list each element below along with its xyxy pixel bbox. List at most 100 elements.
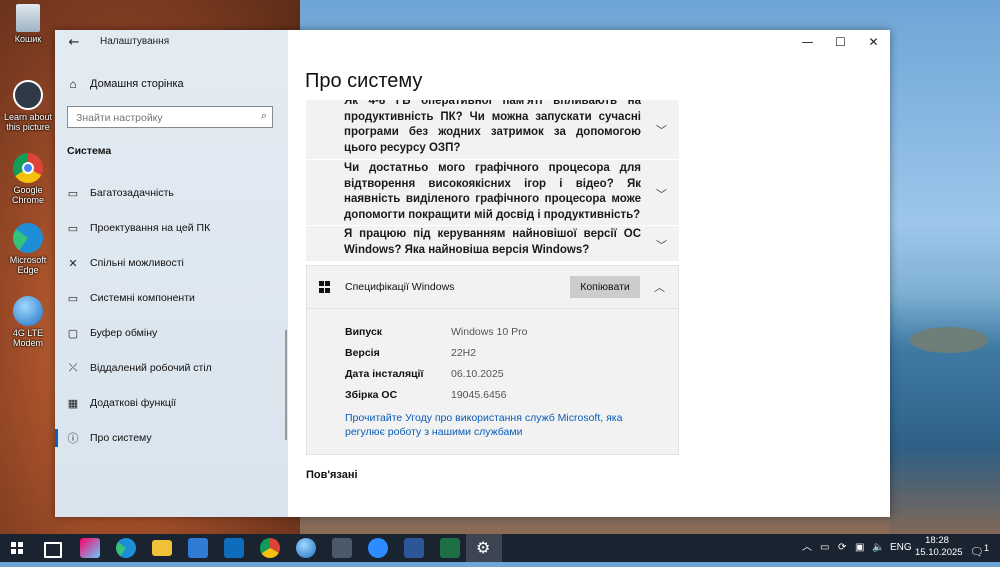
sidebar-item-label: Спільні можливості [90, 257, 184, 269]
close-button[interactable]: ✕ [857, 30, 890, 54]
spec-key: Версія [345, 347, 380, 359]
clipboard-icon: ▢ [67, 327, 79, 340]
page-title: Про систему [305, 70, 423, 92]
sidebar-item-label: Багатозадачність [90, 187, 174, 199]
file-explorer-icon[interactable] [152, 540, 172, 556]
sidebar-item-projecting[interactable]: ▭ Проектування на цей ПК [55, 215, 288, 241]
word-icon[interactable] [404, 538, 424, 558]
sidebar-item-clipboard[interactable]: ▢ Буфер обміну [55, 320, 288, 346]
spec-value: 22H2 [451, 347, 477, 359]
sidebar-item-shared[interactable]: ✕ Спільні можливості [55, 250, 288, 276]
taskbar: ⚙ ︿ ▭ ⟳ ▣ 🔈 ENG 18:28 15.10.2025 🗨1 [0, 534, 1000, 562]
store-icon[interactable] [188, 538, 208, 558]
outlook-icon[interactable] [224, 538, 244, 558]
sidebar-item-features[interactable]: ▦ Додаткові функції [55, 390, 288, 416]
camera-icon [13, 80, 43, 110]
main-content: — ☐ ✕ Про систему Як 4-8 ГБ оперативної … [288, 30, 890, 517]
sidebar-item-components[interactable]: ▭ Системні компоненти [55, 285, 288, 311]
network-tray-icon[interactable]: ▣ [855, 534, 864, 562]
window-title: Налаштування [100, 36, 170, 47]
related-heading: Пов'язані [306, 469, 358, 481]
clock-date: 15.10.2025 [915, 547, 963, 558]
clock[interactable]: 18:28 15.10.2025 [915, 535, 963, 559]
window-controls: — ☐ ✕ [791, 30, 890, 54]
task-view-icon[interactable] [44, 542, 62, 558]
copilot-icon[interactable] [80, 538, 100, 558]
globe-icon [13, 296, 43, 326]
sidebar-home[interactable]: ⌂ Домашня сторінка [65, 75, 184, 93]
faq-item[interactable]: Як 4-8 ГБ оперативної пам'яті впливають … [306, 100, 679, 160]
info-icon: ⓘ [67, 433, 79, 445]
copy-button[interactable]: Копіювати [570, 276, 640, 298]
services-agreement-link[interactable]: Прочитайте Угоду про використання служб … [345, 411, 635, 439]
specs-header[interactable]: Специфікації Windows Копіювати ︿ [307, 266, 678, 309]
faq-item[interactable]: Я працюю під керуванням найновішої версі… [306, 226, 679, 262]
windows-logo-icon [319, 281, 331, 293]
zoom-icon[interactable] [368, 538, 388, 558]
modem-taskbar-icon[interactable] [296, 538, 316, 558]
sidebar-item-multitasking[interactable]: ▭ Багатозадачність [55, 180, 288, 206]
spec-value: 19045.6456 [451, 389, 507, 401]
sidebar-scrollbar[interactable] [285, 330, 287, 440]
features-icon: ▦ [67, 397, 79, 410]
sidebar: ← Налаштування ⌂ Домашня сторінка ⌕ Сист… [55, 30, 288, 517]
home-icon: ⌂ [69, 77, 77, 91]
sidebar-home-label: Домашня сторінка [90, 78, 184, 90]
shared-icon: ✕ [68, 257, 78, 270]
volume-icon[interactable]: 🔈 [872, 534, 884, 562]
chevron-down-icon: ﹀ [656, 188, 667, 201]
desktop-icon-learn-picture[interactable]: Learn about this picture [3, 80, 53, 132]
desktop-wallpaper-rock [910, 327, 988, 353]
notification-count: 1 [983, 543, 990, 553]
faq-question: Як 4-8 ГБ оперативної пам'яті впливають … [344, 100, 641, 154]
sidebar-item-label: Про систему [90, 432, 152, 444]
start-button[interactable] [0, 534, 34, 562]
search-input[interactable] [74, 110, 248, 126]
windows-logo-icon [11, 542, 23, 554]
spec-key: Випуск [345, 326, 383, 338]
multitask-icon: ▭ [67, 187, 79, 200]
chevron-down-icon: ﹀ [656, 239, 667, 252]
clock-time: 18:28 [925, 535, 949, 546]
edge-icon [13, 223, 43, 253]
chrome-taskbar-icon[interactable] [260, 538, 280, 558]
edge-taskbar-icon[interactable] [116, 538, 136, 558]
language-indicator[interactable]: ENG [890, 534, 912, 562]
desktop-icon-edge[interactable]: Microsoft Edge [3, 223, 53, 275]
faq-item[interactable]: Чи достатньо мого графічного процесора д… [306, 160, 679, 226]
notification-icon[interactable]: 🗨1 [970, 534, 989, 562]
settings-taskbar-button[interactable]: ⚙ [466, 534, 502, 562]
search-icon[interactable]: ⌕ [261, 110, 267, 123]
chevron-up-icon[interactable]: ︿ [802, 534, 812, 562]
sidebar-item-label: Системні компоненти [90, 292, 195, 304]
sidebar-item-label: Проектування на цей ПК [90, 222, 211, 234]
chevron-down-icon: ﹀ [656, 124, 667, 137]
desktop-icon-recycle-bin[interactable]: Кошик [3, 4, 53, 44]
project-icon: ▭ [67, 222, 79, 235]
gear-icon: ⚙ [476, 538, 491, 557]
camera-tray-icon[interactable]: ▭ [820, 534, 829, 562]
desktop-wallpaper-sea [890, 0, 1000, 562]
sidebar-item-about[interactable]: ⓘ Про систему [55, 425, 288, 451]
maximize-button[interactable]: ☐ [824, 30, 857, 54]
components-icon: ▭ [67, 292, 79, 305]
search-box[interactable]: ⌕ [67, 106, 273, 128]
back-arrow-icon[interactable]: ← [65, 35, 83, 51]
windows-specs-panel: Специфікації Windows Копіювати ︿ Випуск … [306, 265, 679, 455]
minimize-button[interactable]: — [791, 30, 824, 54]
sidebar-item-label: Додаткові функції [90, 397, 177, 409]
sidebar-item-label: Буфер обміну [90, 327, 158, 339]
chrome-icon [13, 153, 43, 183]
chevron-up-icon[interactable]: ︿ [654, 279, 665, 295]
desktop-icon-chrome[interactable]: Google Chrome [3, 153, 53, 205]
settings-window: ← Налаштування ⌂ Домашня сторінка ⌕ Сист… [55, 30, 890, 517]
sidebar-item-remote-desktop[interactable]: ⤫ Віддалений робочий стіл [55, 355, 288, 381]
desktop-icon-modem[interactable]: 4G LTE Modem [3, 296, 53, 348]
floppy-icon[interactable] [332, 538, 352, 558]
update-tray-icon[interactable]: ⟳ [838, 534, 846, 562]
specs-title: Специфікації Windows [345, 281, 455, 293]
sidebar-item-label: Віддалений робочий стіл [90, 362, 212, 374]
spec-key: Дата інсталяції [345, 368, 424, 380]
excel-icon[interactable] [440, 538, 460, 558]
faq-question: Чи достатньо мого графічного процесора д… [344, 162, 641, 221]
